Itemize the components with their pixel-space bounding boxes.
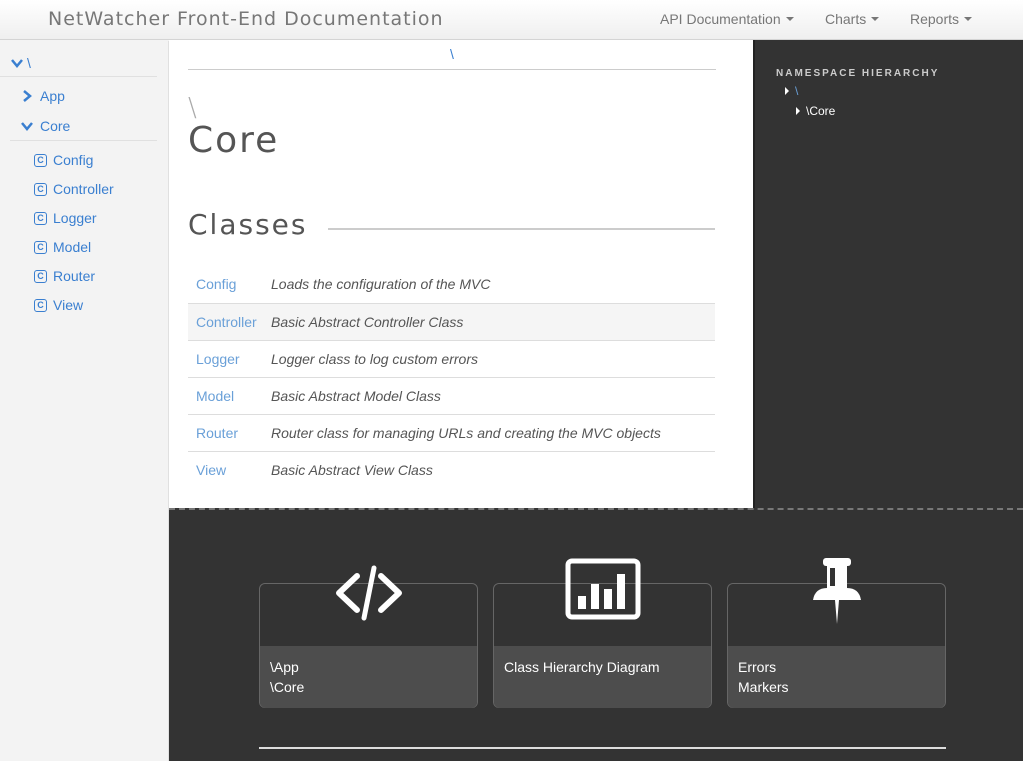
chevron-right-icon [23,90,32,102]
hierarchy-item-label: \ [795,84,799,98]
top-navbar: NetWatcher Front-End Documentation API D… [0,0,1023,40]
card-line-2: Markers [738,679,789,695]
tree-class-config[interactable]: C Config [34,152,93,168]
tree-root-label: \ [27,55,31,71]
sidebar-tree: \ App Core C Config C Controller C Logge… [0,41,169,761]
class-link[interactable]: Controller [188,302,271,340]
class-link[interactable]: View [188,450,271,488]
table-row: Router Router class for managing URLs an… [188,413,715,451]
class-description: Basic Abstract Controller Class [271,302,715,340]
code-icon [335,565,402,621]
nav-charts-label: Charts [825,11,867,27]
tree-class-label: Router [53,268,96,284]
class-icon: C [34,240,47,254]
table-row: Controller Basic Abstract Controller Cla… [188,302,715,340]
tree-item-app-label: App [40,88,65,104]
main-content: \ \ Core Classes Config Loads the config… [169,40,753,508]
tree-class-controller[interactable]: C Controller [34,181,114,197]
class-icon: C [34,211,47,225]
divider [10,140,157,141]
tree-class-label: Logger [53,210,97,226]
class-icon: C [34,153,47,167]
tree-item-core[interactable]: Core [20,118,70,134]
tree-class-view[interactable]: C View [34,297,83,313]
breadcrumb[interactable]: \ [450,46,454,62]
nav-api-documentation[interactable]: API Documentation [660,11,794,27]
tree-class-label: Controller [53,181,114,197]
caret-down-icon [964,17,973,22]
class-description: Router class for managing URLs and creat… [271,413,715,451]
tree-class-model[interactable]: C Model [34,239,91,255]
tree-class-logger[interactable]: C Logger [34,210,97,226]
table-row: View Basic Abstract View Class [188,450,715,488]
caret-down-icon [785,17,794,22]
class-link[interactable]: Router [188,413,271,451]
hierarchy-item-label: \Core [806,104,836,118]
chevron-down-icon [21,122,33,131]
nav-reports-label: Reports [910,11,960,27]
nav-charts[interactable]: Charts [825,11,880,27]
hierarchy-item-root[interactable]: \ [785,84,798,98]
tree-item-core-label: Core [40,118,71,134]
class-link[interactable]: Model [188,376,271,414]
class-link[interactable]: Logger [188,339,271,377]
classes-table: Config Loads the configuration of the MV… [188,266,715,488]
page-title: Core [188,120,280,161]
nav-reports[interactable]: Reports [910,11,973,27]
bar-chart-icon [565,558,640,620]
class-link[interactable]: Config [188,266,271,303]
table-row: Model Basic Abstract Model Class [188,376,715,414]
divider [0,76,157,77]
table-row: Config Loads the configuration of the MV… [188,266,715,303]
tree-class-label: View [53,297,84,313]
class-icon: C [34,182,47,196]
class-description: Logger class to log custom errors [271,339,715,377]
caret-down-icon [871,17,880,22]
table-row: Logger Logger class to log custom errors [188,339,715,377]
class-description: Basic Abstract Model Class [271,376,715,414]
card-line-1: \App [270,659,299,675]
footer-divider [259,747,946,749]
class-description: Basic Abstract View Class [271,450,715,488]
hierarchy-title: NAMESPACE HIERARCHY [776,68,940,79]
tree-class-label: Model [53,239,92,255]
nav-api-documentation-label: API Documentation [660,11,781,27]
tree-item-app[interactable]: App [20,88,65,104]
class-hierarchy-card[interactable]: Class Hierarchy Diagram [493,558,712,708]
tree-class-router[interactable]: C Router [34,268,95,284]
tree-class-label: Config [53,152,94,168]
breadcrumb-divider [188,69,716,70]
caret-right-icon [796,107,800,115]
chevron-down-icon [11,59,23,68]
errors-markers-card[interactable]: Errors Markers [727,558,946,708]
card-line-2: \Core [270,679,305,695]
namespaces-card[interactable]: \App \Core [259,565,478,708]
class-description: Loads the configuration of the MVC [271,276,491,293]
brand-title[interactable]: NetWatcher Front-End Documentation [48,8,444,30]
tree-root[interactable]: \ [10,55,31,71]
hierarchy-item-core[interactable]: \Core [796,104,835,118]
pin-icon [812,558,861,624]
namespace-prefix: \ [188,93,197,123]
namespace-hierarchy-panel: NAMESPACE HIERARCHY \ \Core [753,40,1023,508]
class-icon: C [34,269,47,283]
caret-right-icon [785,87,789,95]
section-divider [328,228,715,230]
footer-area: \App \Core Class Hierarchy Diagram Error… [169,508,1023,761]
card-line-1: Class Hierarchy Diagram [504,659,660,675]
section-title-classes: Classes [188,208,308,241]
card-line-1: Errors [738,659,777,675]
class-icon: C [34,298,47,312]
